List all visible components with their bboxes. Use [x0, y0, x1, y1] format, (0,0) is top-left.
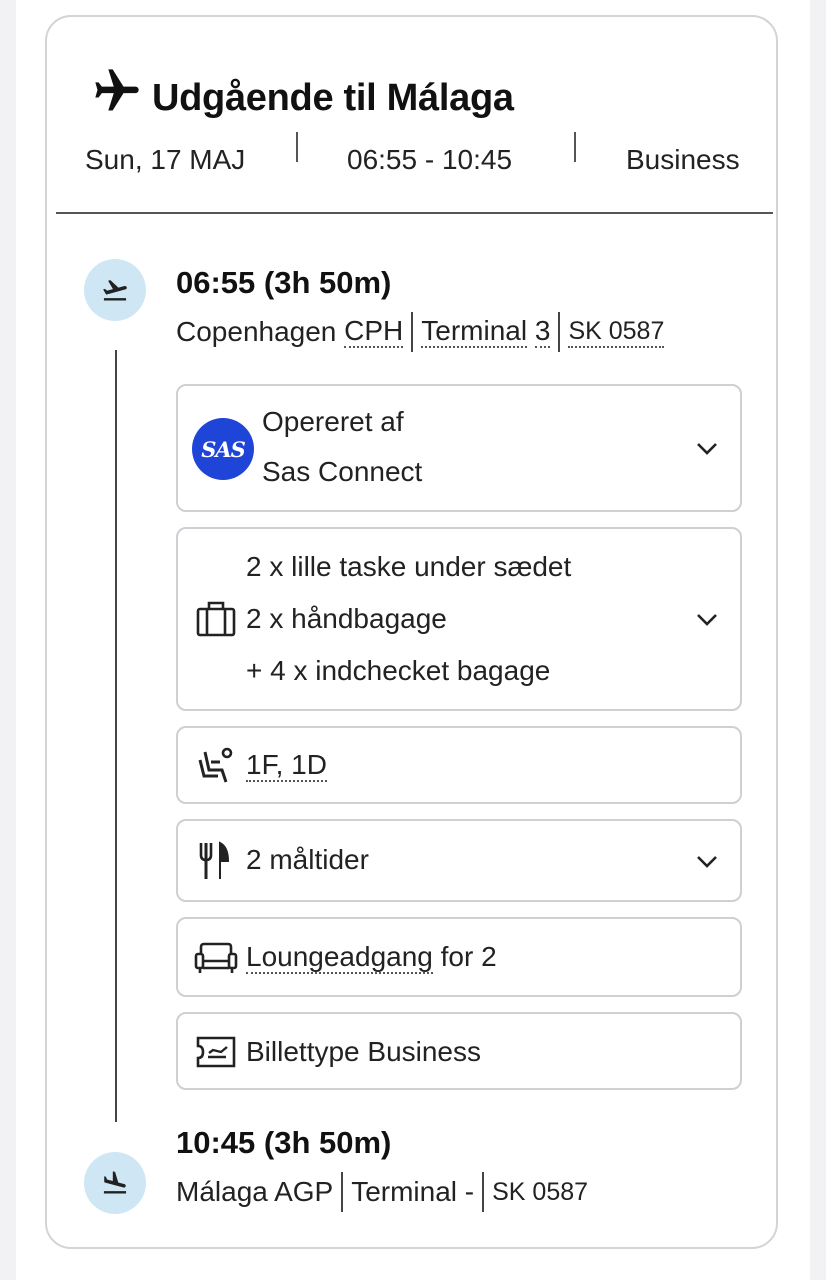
baggage-under-seat: 2 x lille taske under sædet: [246, 551, 572, 582]
departure-flight-number[interactable]: SK 0587: [568, 316, 665, 348]
chevron-down-icon[interactable]: [696, 855, 718, 869]
departure-terminal-label[interactable]: Terminal: [421, 316, 528, 348]
seats-box[interactable]: 1F, 1D: [176, 726, 742, 804]
departure-time: 06:55 (3h 50m): [176, 265, 392, 300]
arrival-marker: [84, 1152, 146, 1214]
airplane-icon: [95, 69, 139, 111]
departure-details: Copenhagen CPH Terminal 3 SK 0587: [176, 312, 665, 352]
ticket-type: Billettype Business: [246, 1036, 482, 1067]
baggage-checked: + 4 x indchecket bagage: [246, 655, 551, 686]
detail-separator: [341, 1172, 344, 1212]
timeline-line: [115, 350, 117, 1122]
meta-separator: [574, 132, 576, 162]
seat-numbers[interactable]: 1F, 1D: [246, 749, 327, 782]
departure-city: Copenhagen: [176, 316, 337, 347]
ticket-box[interactable]: Billettype Business: [176, 1012, 742, 1090]
chevron-down-icon[interactable]: [696, 613, 718, 627]
operator-box[interactable]: SAS Opereret af Sas Connect: [176, 384, 742, 512]
detail-separator: [411, 312, 414, 352]
detail-separator: [558, 312, 561, 352]
departure-marker: [84, 259, 146, 321]
lounge-box[interactable]: Loungeadgang for 2: [176, 917, 742, 997]
suitcase-icon: [196, 601, 236, 637]
sas-logo: SAS: [192, 418, 254, 480]
header-divider: [56, 212, 773, 214]
flight-time-range: 06:55 - 10:45: [347, 144, 513, 175]
lounge-access-count: for 2: [440, 941, 497, 972]
baggage-box[interactable]: 2 x lille taske under sædet 2 x håndbaga…: [176, 527, 742, 711]
card-title: Udgående til Málaga: [152, 77, 514, 119]
ticket-icon: [196, 1036, 236, 1068]
landing-icon: [103, 1171, 127, 1194]
sofa-icon: [194, 942, 238, 973]
baggage-hand: 2 x håndbagage: [246, 603, 447, 634]
departure-airport-code[interactable]: CPH: [344, 316, 404, 348]
seat-icon: [198, 747, 233, 783]
operator-name: Sas Connect: [262, 456, 423, 487]
outbound-flight-card: Udgående til Málaga Sun, 17 MAJ 06:55 - …: [45, 15, 778, 1249]
arrival-terminal: Terminal -: [351, 1176, 475, 1207]
takeoff-icon: [103, 280, 127, 301]
arrival-city-code: Málaga AGP: [176, 1176, 334, 1207]
meals-count: 2 måltider: [246, 844, 369, 875]
arrival-time: 10:45 (3h 50m): [176, 1125, 392, 1160]
lounge-access-link[interactable]: Loungeadgang: [246, 941, 433, 974]
meta-separator: [296, 132, 298, 162]
cutlery-icon: [199, 841, 230, 879]
arrival-flight-number: SK 0587: [492, 1177, 589, 1206]
flight-date: Sun, 17 MAJ: [85, 144, 246, 175]
chevron-down-icon[interactable]: [696, 442, 718, 456]
arrival-details: Málaga AGP Terminal - SK 0587: [176, 1172, 588, 1212]
departure-terminal-number[interactable]: 3: [534, 316, 551, 348]
meals-box[interactable]: 2 måltider: [176, 819, 742, 902]
detail-separator: [482, 1172, 485, 1212]
operator-label: Opereret af: [262, 406, 404, 437]
cabin-class: Business: [626, 144, 740, 175]
